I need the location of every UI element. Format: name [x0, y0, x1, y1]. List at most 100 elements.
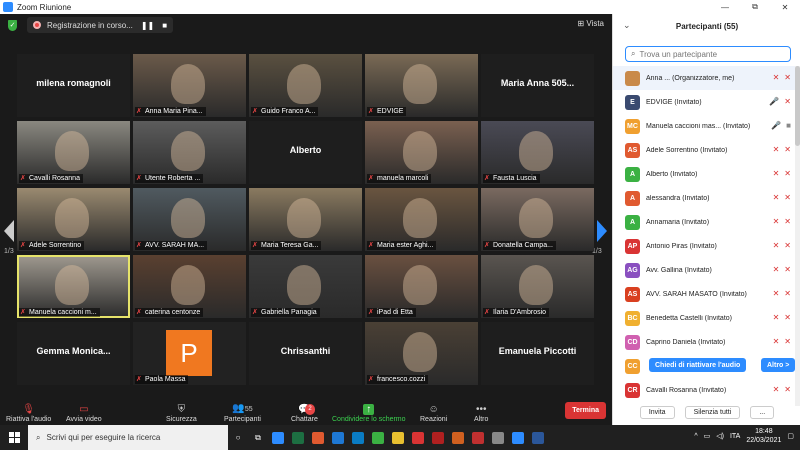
participant-row[interactable]: E EDVIGE (Invitato) 🎤 ✕ — [613, 90, 795, 114]
video-tile[interactable]: ✗ Manuela caccioni m... — [17, 255, 130, 318]
video-tile[interactable]: ✗ francesco.cozzi — [365, 322, 478, 385]
invite-button[interactable]: Invita — [639, 406, 675, 419]
video-tile[interactable]: Maria Anna 505... — [481, 54, 594, 117]
taskbar-search[interactable]: ⌕ Scrivi qui per eseguire la ricerca — [28, 425, 228, 450]
video-tile[interactable]: ✗ Donatella Campa... — [481, 188, 594, 251]
start-video-label: Avvia video — [66, 416, 102, 423]
end-meeting-button[interactable]: Termina — [565, 402, 606, 419]
start-button[interactable] — [0, 425, 28, 450]
search-icon: ⌕ — [631, 49, 636, 58]
taskbar-app-icon[interactable] — [408, 425, 428, 450]
close-button[interactable]: ✕ — [770, 0, 800, 14]
video-tile[interactable]: ✗ Gabriella Panagia — [249, 255, 362, 318]
participants-button[interactable]: 👥55 Partecipanti — [224, 400, 261, 425]
taskbar-app-icon[interactable] — [348, 425, 368, 450]
participant-more-button[interactable]: Altro > — [761, 358, 796, 372]
more-button[interactable]: ••• Altro — [474, 400, 488, 425]
participant-avatar — [625, 70, 640, 86]
prev-page-arrow-icon[interactable] — [4, 220, 14, 242]
taskbar-app-icon[interactable] — [328, 425, 348, 450]
taskbar-app-icon[interactable] — [388, 425, 408, 450]
start-video-button[interactable]: ▭ Avvia video — [66, 400, 102, 425]
share-screen-icon: ↑ — [363, 404, 375, 415]
participant-row[interactable]: Anna ... (Organizzatore, me) ✕ ✕ — [613, 66, 795, 90]
view-button[interactable]: ⊞ Vista — [577, 19, 604, 28]
video-tile[interactable]: ✗ iPad di Etta — [365, 255, 478, 318]
participant-row[interactable]: A Annamaria (Invitato) ✕ ✕ — [613, 210, 795, 234]
camera-off-icon: ✕ — [784, 313, 791, 322]
taskbar-app-icon[interactable] — [508, 425, 528, 450]
next-page-arrow-icon[interactable] — [597, 220, 607, 242]
participant-name: Adele Sorrentino — [29, 242, 82, 249]
video-tile[interactable]: Emanuela Piccotti — [481, 322, 594, 385]
video-tile[interactable]: ✗ Fausta Luscia — [481, 121, 594, 184]
maximize-button[interactable]: ⧉ — [740, 0, 770, 14]
scrollbar-thumb[interactable] — [795, 66, 800, 146]
taskbar-app-icon[interactable] — [528, 425, 548, 450]
video-tile[interactable]: ✗ Guido Franco A... — [249, 54, 362, 117]
video-tile[interactable]: ✗ Maria Teresa Ga... — [249, 188, 362, 251]
participant-row[interactable]: MC Manuela caccioni mas... (Invitato) 🎤 ■ — [613, 114, 795, 138]
video-tile[interactable]: ✗ manuela marcoli — [365, 121, 478, 184]
clock[interactable]: 18:48 22/03/2021 — [746, 427, 781, 445]
video-tile[interactable]: ✗ AVV. SARAH MA... — [133, 188, 246, 251]
network-icon[interactable]: ▭ — [704, 432, 711, 440]
participant-name: Donatella Campa... — [493, 242, 553, 249]
minimize-button[interactable]: — — [710, 0, 740, 14]
participant-video — [171, 131, 205, 171]
video-tile[interactable]: ✗ Adele Sorrentino — [17, 188, 130, 251]
video-tile[interactable]: ✗ Ilaria D'Ambrosio — [481, 255, 594, 318]
pause-recording-button[interactable]: ❚❚ — [141, 21, 154, 30]
video-tile[interactable]: P ✗ Paola Massa — [133, 322, 246, 385]
reactions-button[interactable]: ☺ Reazioni — [420, 400, 447, 425]
video-tile[interactable]: Alberto — [249, 121, 362, 184]
collapse-panel-icon[interactable]: ⌄ — [623, 20, 631, 31]
participant-row[interactable]: CD Caprino Daniela (Invitato) ✕ ✕ — [613, 330, 795, 354]
participant-row[interactable]: Aalessandra (Invitato) ✕ ✕ — [613, 186, 795, 210]
participant-row[interactable]: AP Antonio Piras (Invitato) ✕ ✕ — [613, 234, 795, 258]
taskbar-app-icon[interactable] — [448, 425, 468, 450]
chat-button[interactable]: 💬2 Chattare — [291, 400, 318, 425]
taskbar-app-icon[interactable] — [268, 425, 288, 450]
participant-row[interactable]: BC Benedetta Castelli (Invitato) ✕ ✕ — [613, 306, 795, 330]
video-tile[interactable]: milena romagnoli — [17, 54, 130, 117]
participant-row[interactable]: A Alberto (Invitato) ✕ ✕ — [613, 162, 795, 186]
participant-search-input[interactable] — [639, 49, 780, 59]
video-tile[interactable]: ✗ EDVIGE — [365, 54, 478, 117]
video-tile[interactable]: ✗ Maria ester Aghi... — [365, 188, 478, 251]
stop-recording-button[interactable]: ■ — [162, 21, 167, 30]
video-tile[interactable]: ✗ Anna Maria Pina... — [133, 54, 246, 117]
search-icon: ⌕ — [36, 432, 41, 442]
notifications-icon[interactable]: ▢ — [787, 432, 794, 440]
participant-row[interactable]: AS AVV. SARAH MASATO (Invitato) ✕ ✕ — [613, 282, 795, 306]
video-tile[interactable]: ✗ Cavalli Rosanna — [17, 121, 130, 184]
ask-unmute-button[interactable]: Chiedi di riattivare l'audio — [649, 358, 747, 372]
video-tile[interactable]: ✗ caterina centonze — [133, 255, 246, 318]
panel-more-button[interactable]: ... — [750, 406, 775, 419]
tray-chevron-icon[interactable]: ^ — [694, 433, 697, 440]
video-tile[interactable]: Gemma Monica... — [17, 322, 130, 385]
participant-row[interactable]: AS Adele Sorrentino (Invitato) ✕ ✕ — [613, 138, 795, 162]
taskbar-app-icon[interactable] — [428, 425, 448, 450]
participant-row[interactable]: CR Cavalli Rosanna (Invitato) ✕ ✕ — [613, 378, 795, 402]
task-view-icon[interactable]: ⧉ — [248, 425, 268, 450]
video-tile[interactable]: ✗ Utente Roberta ... — [133, 121, 246, 184]
language-indicator[interactable]: ITA — [730, 433, 740, 440]
record-icon — [33, 21, 41, 29]
shield-icon[interactable]: ✓ — [8, 19, 17, 31]
taskbar-app-icon[interactable] — [308, 425, 328, 450]
volume-icon[interactable]: ◁) — [716, 432, 724, 440]
unmute-button[interactable]: 🎙 Riattiva l'audio — [6, 400, 51, 425]
mute-all-button[interactable]: Silenzia tutti — [684, 406, 741, 419]
taskbar-app-icon[interactable] — [368, 425, 388, 450]
share-screen-button[interactable]: ↑ Condividere lo schermo — [332, 400, 406, 425]
participant-list-scrollbar[interactable] — [795, 66, 800, 406]
participant-search[interactable]: ⌕ — [625, 46, 791, 62]
taskbar-app-icon[interactable] — [288, 425, 308, 450]
taskbar-app-icon[interactable] — [468, 425, 488, 450]
taskbar-app-icon[interactable] — [488, 425, 508, 450]
security-button[interactable]: ⛨ Sicurezza — [166, 400, 197, 425]
cortana-icon[interactable]: ○ — [228, 425, 248, 450]
video-tile[interactable]: Chrissanthi — [249, 322, 362, 385]
participant-row[interactable]: AG Avv. Gallina (Invitato) ✕ ✕ — [613, 258, 795, 282]
